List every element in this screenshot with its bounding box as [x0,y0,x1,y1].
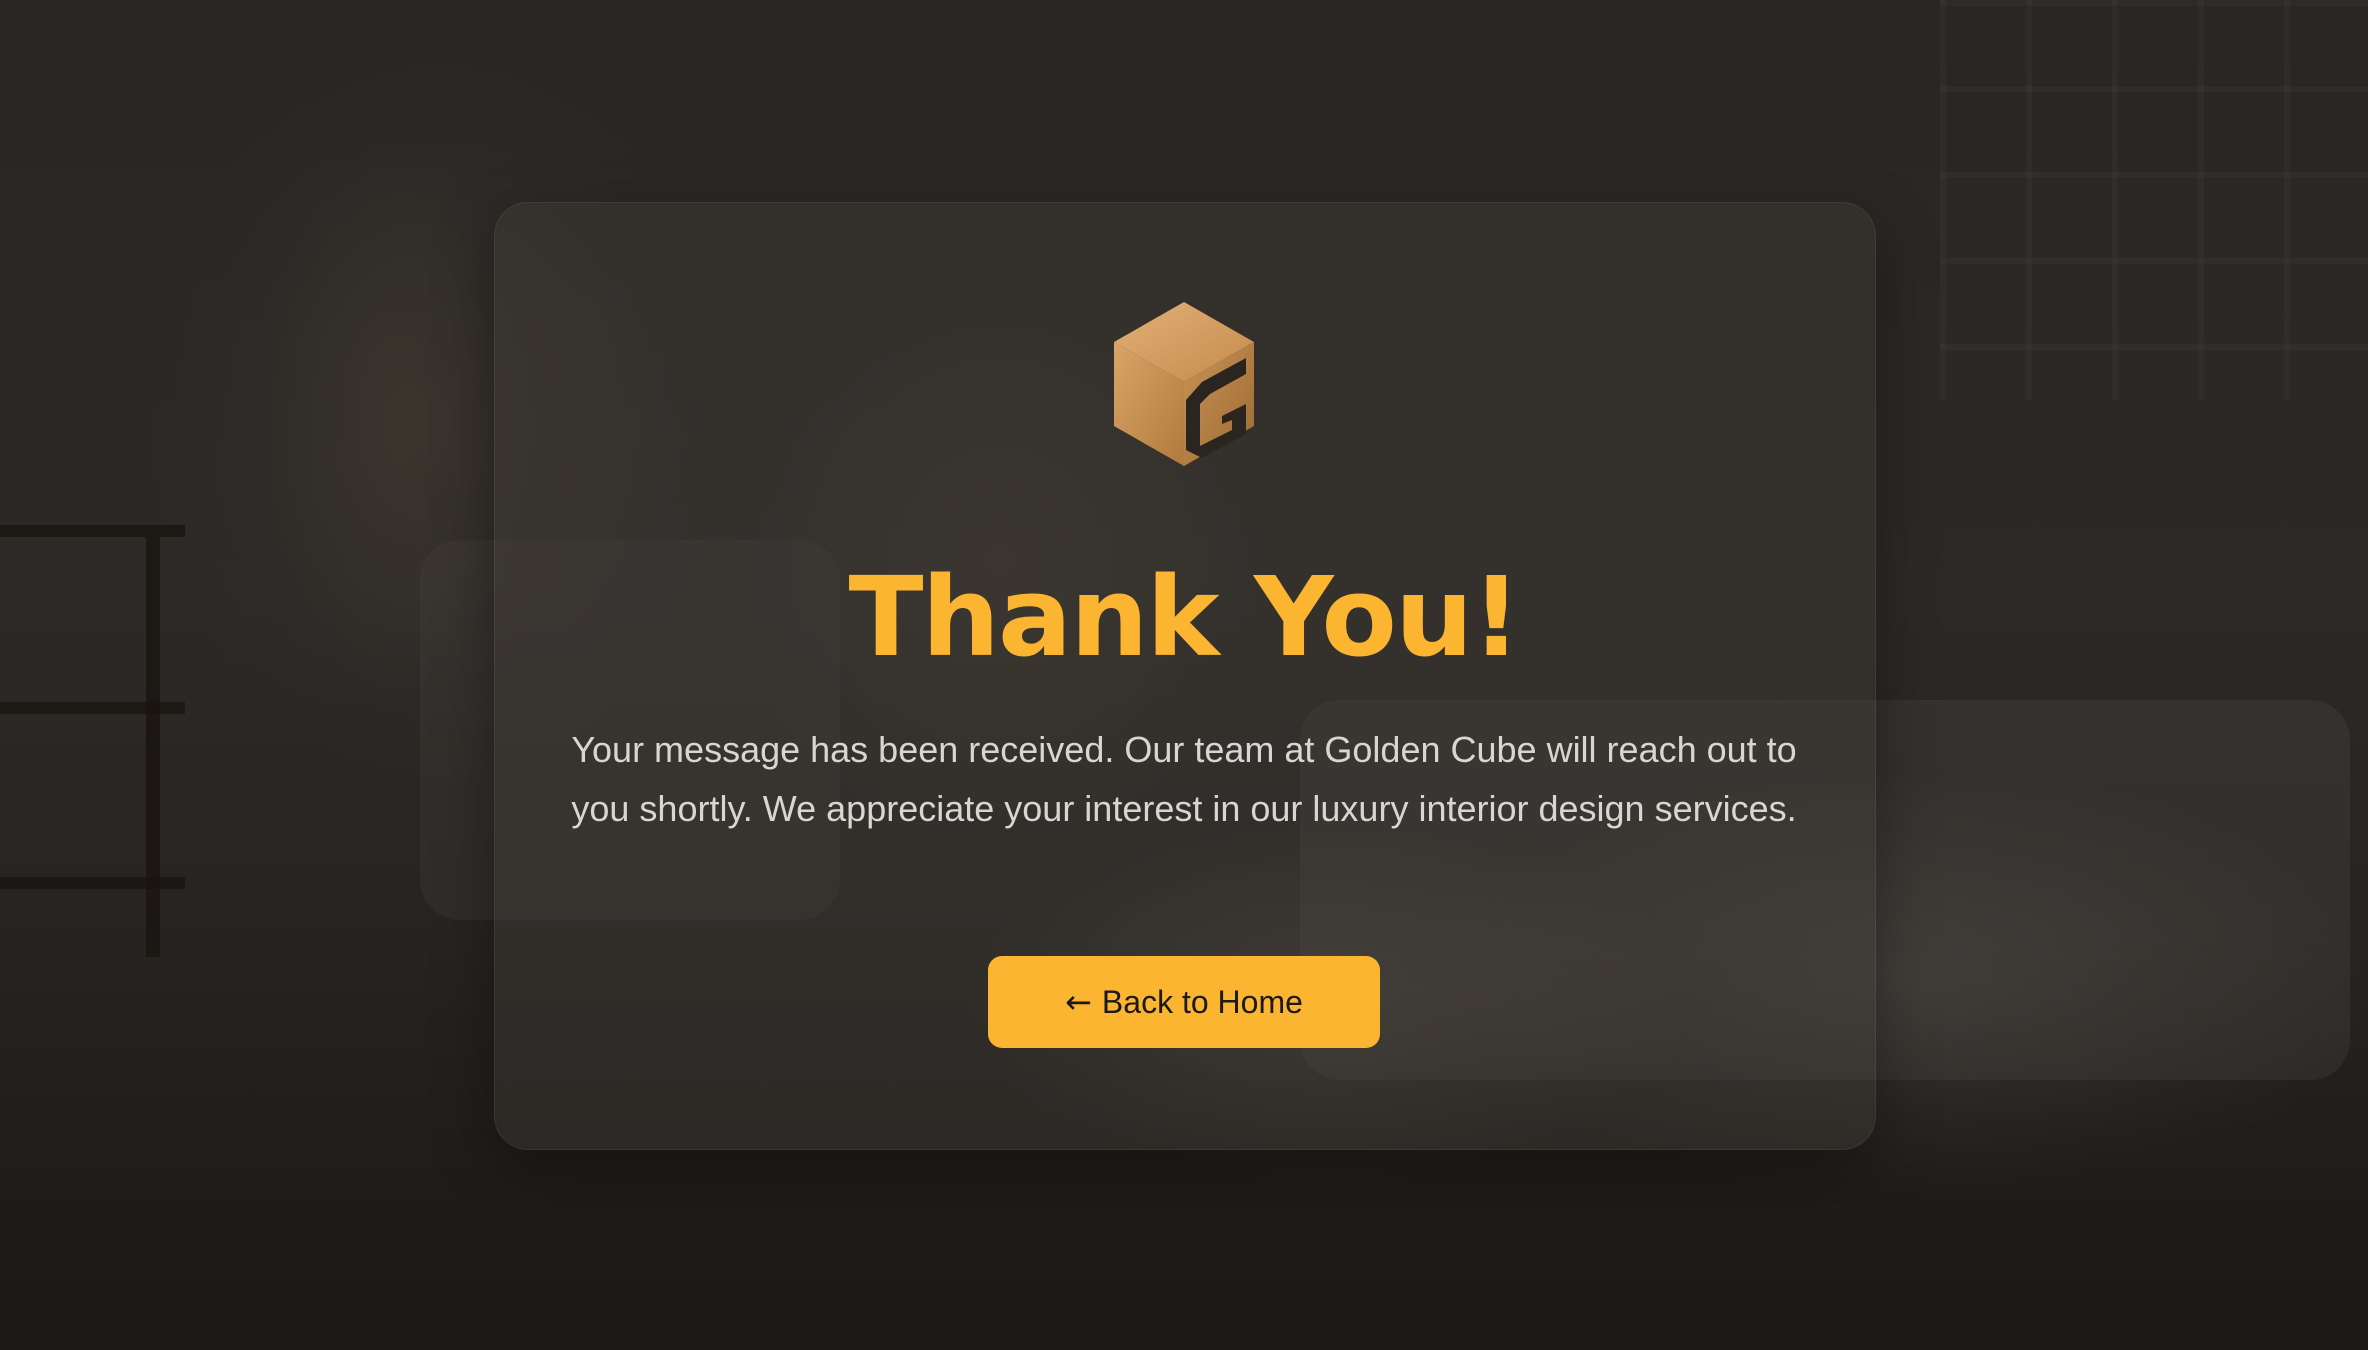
thank-you-page: Thank You! Your message has been receive… [0,0,2368,1350]
golden-cube-logo-icon [1110,300,1258,468]
arrow-left-icon: ← [1065,983,1092,1021]
page-title: Thank You! [848,553,1522,681]
back-to-home-button[interactable]: ← Back to Home [988,956,1380,1048]
confirmation-message: Your message has been received. Our team… [571,729,1797,829]
back-to-home-label: Back to Home [1101,983,1303,1020]
